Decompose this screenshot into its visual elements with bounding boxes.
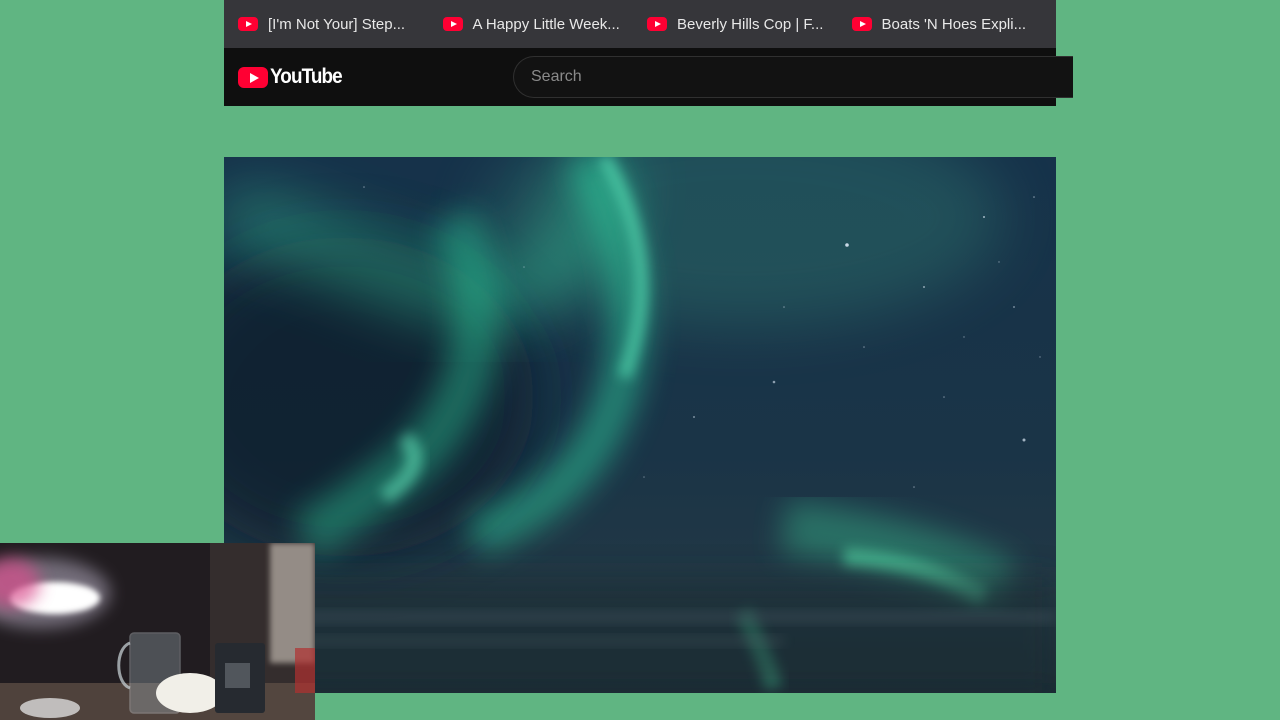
tab-1[interactable]: [I'm Not Your] Step... [238,16,443,33]
youtube-header: YouTube [224,48,1073,106]
search-input[interactable] [513,56,1073,98]
tab-strip: [I'm Not Your] Step... A Happy Little We… [224,0,1056,48]
webcam-overlay [0,543,315,720]
youtube-play-icon [238,66,268,88]
video-player[interactable] [224,157,1056,693]
tab-2[interactable]: A Happy Little Week... [442,15,648,33]
youtube-favicon-icon [851,17,872,31]
tab-title: [I'm Not Your] Step... [268,15,406,33]
tab-title: A Happy Little Week... [472,15,620,33]
aurora-video-frame [224,157,1056,693]
youtube-favicon-icon [442,17,463,31]
browser-window: [I'm Not Your] Step... A Happy Little We… [224,0,1073,106]
tab-title: Beverly Hills Cop | F... [677,15,824,33]
webcam-frame [0,543,315,720]
youtube-favicon-icon [238,17,258,31]
youtube-logo[interactable]: YouTube [238,65,350,89]
tab-title: Boats 'N Hoes Expli... [881,15,1027,33]
youtube-logo-text: YouTube [270,65,343,88]
youtube-favicon-icon [647,17,667,31]
tab-3[interactable]: Beverly Hills Cop | F... [647,16,852,33]
tab-4[interactable]: Boats 'N Hoes Expli... [851,15,1057,33]
